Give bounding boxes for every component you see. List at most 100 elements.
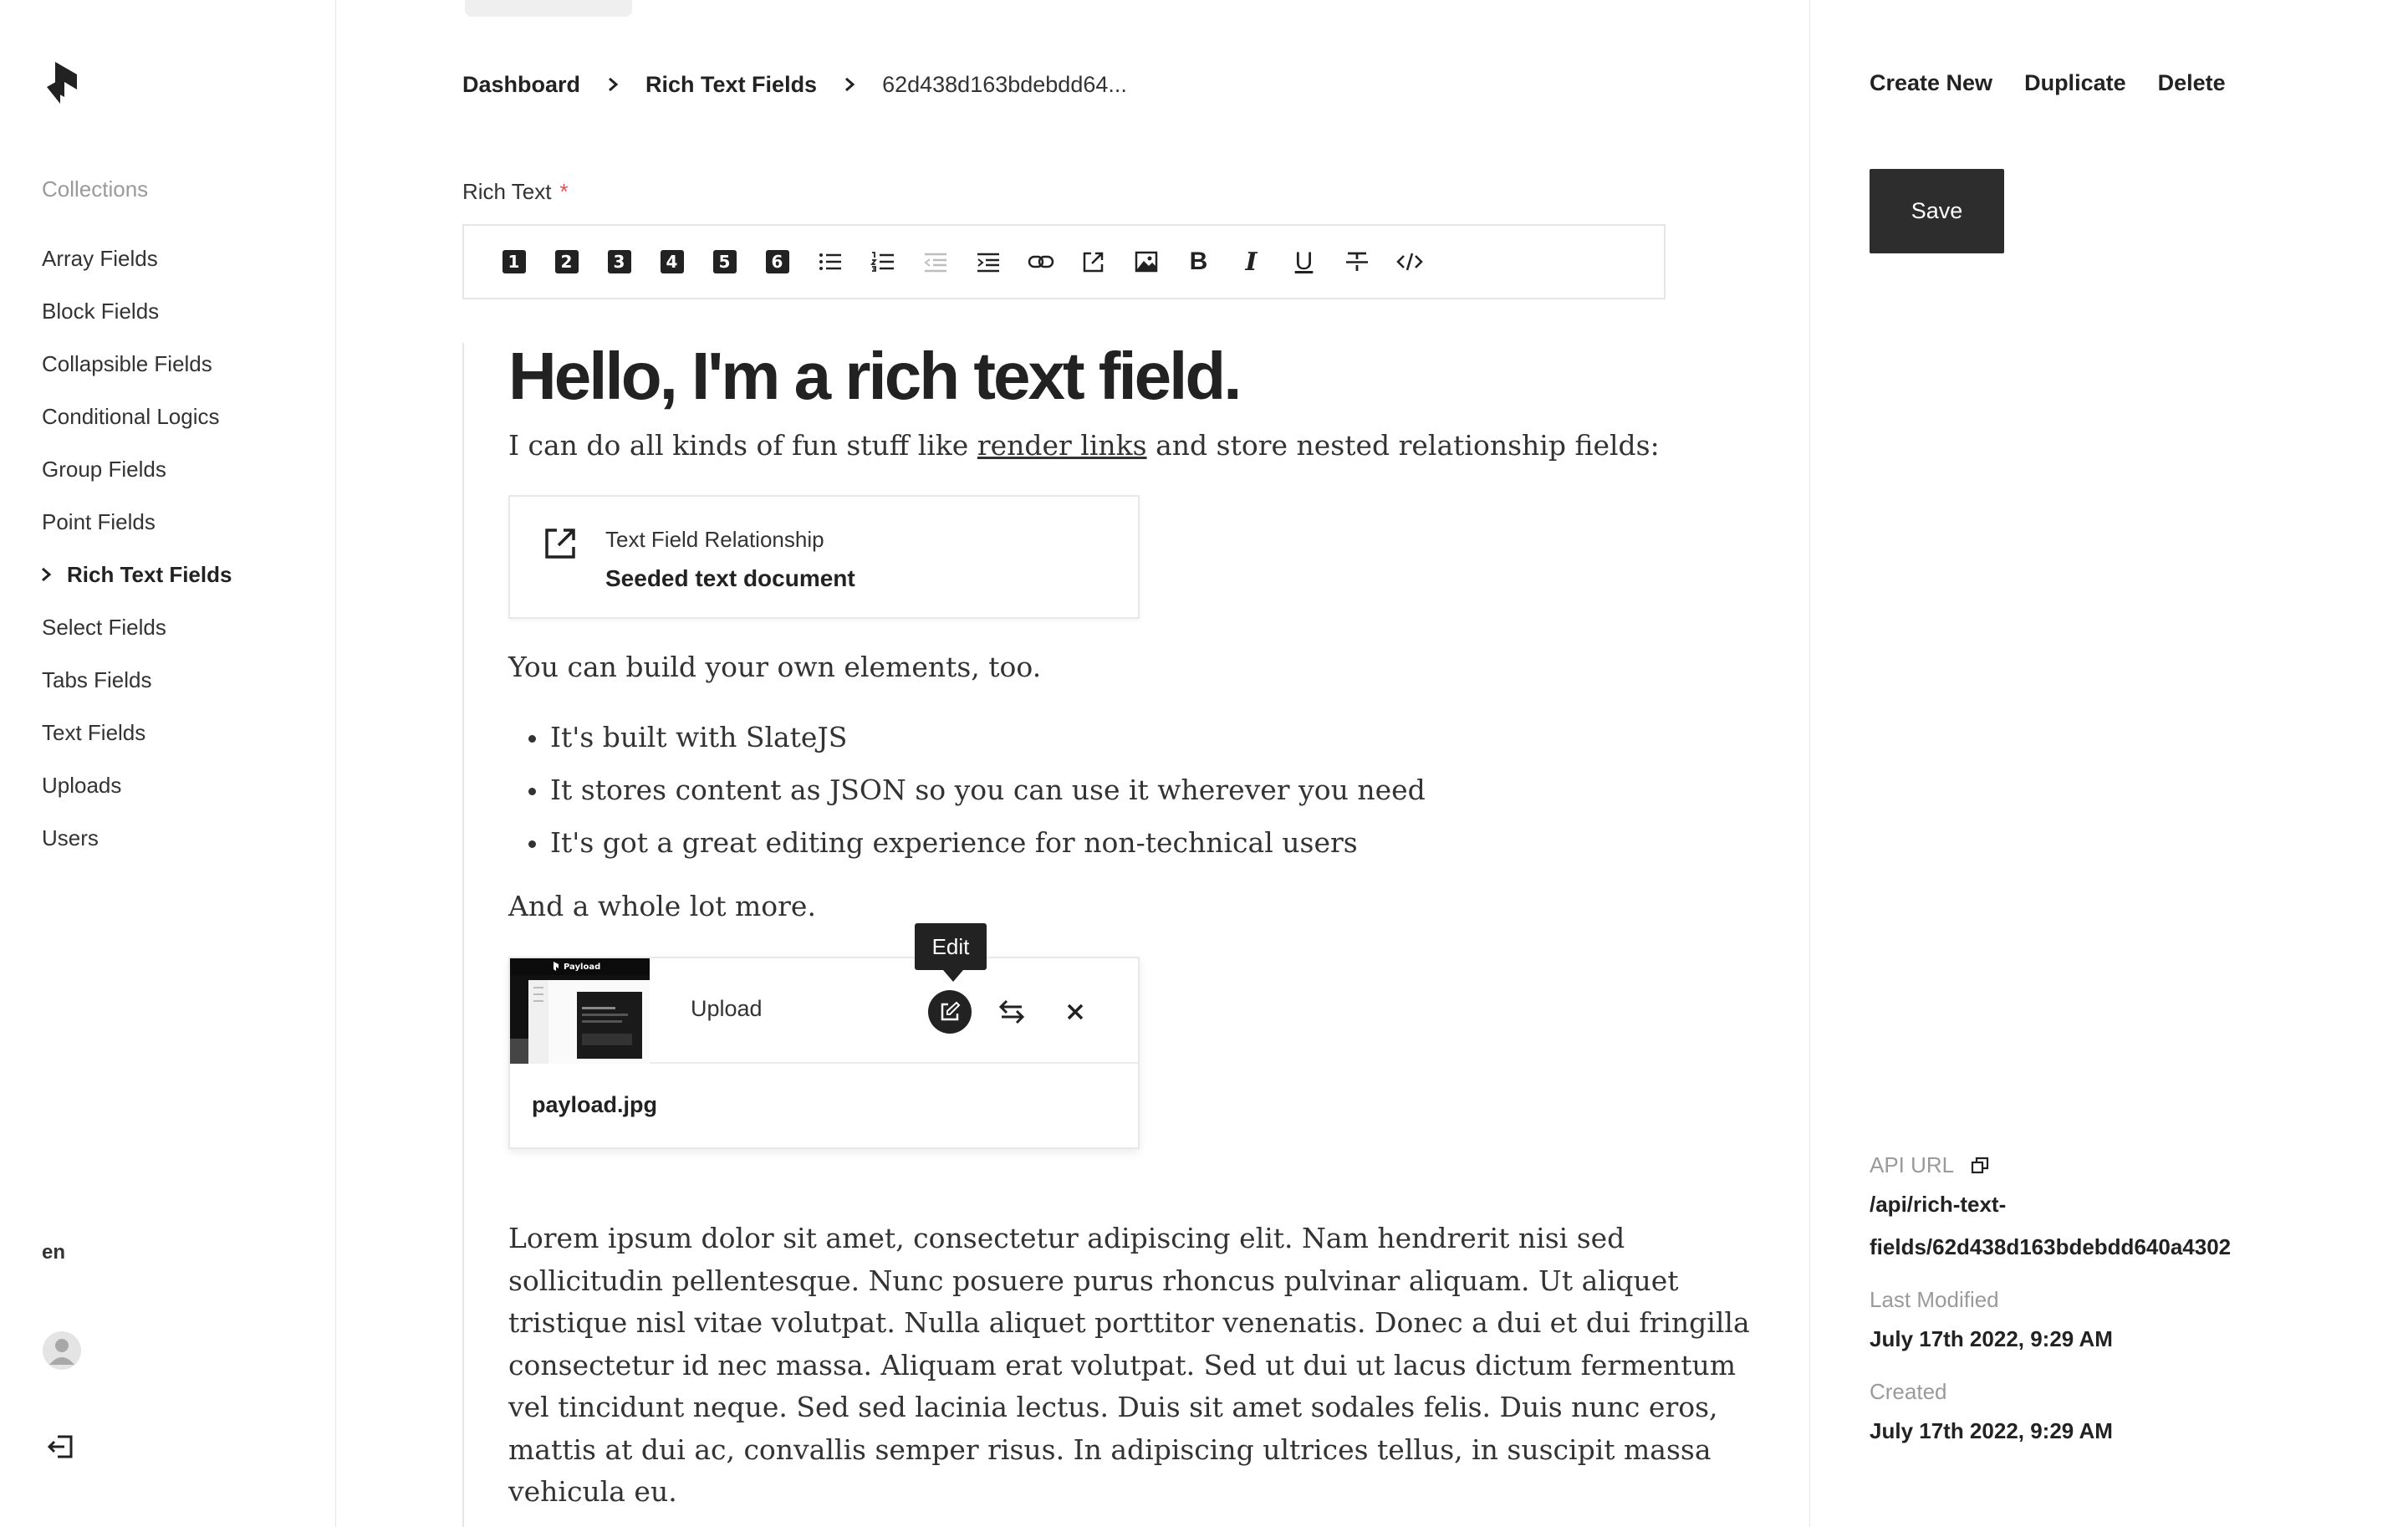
- last-modified-value: July 17th 2022, 9:29 AM: [1870, 1326, 2113, 1351]
- last-modified-block: Last Modified July 17th 2022, 9:29 AM: [1870, 1287, 2231, 1361]
- render-links-link[interactable]: render links: [977, 429, 1147, 462]
- chevron-right-icon: [845, 77, 855, 92]
- sidebar-item-label: Rich Text Fields: [67, 562, 232, 587]
- h3-icon: 3: [607, 250, 631, 273]
- save-button[interactable]: Save: [1870, 169, 2004, 253]
- h1-button[interactable]: 1: [487, 236, 540, 289]
- h4-icon: 4: [660, 250, 684, 273]
- list-item: It stores content as JSON so you can use…: [508, 764, 1426, 816]
- avatar[interactable]: [43, 1331, 81, 1370]
- strikethrough-button[interactable]: [1330, 236, 1383, 289]
- h2-icon: 2: [554, 250, 579, 273]
- locale-selector[interactable]: en: [42, 1241, 65, 1264]
- rich-text-toolbar: 1 2 3 4 5 6 B I U: [462, 224, 1666, 299]
- sidebar-item-tabs-fields[interactable]: Tabs Fields: [42, 654, 232, 707]
- breadcrumb: Dashboard Rich Text Fields 62d438d163bde…: [462, 70, 1127, 99]
- relationship-card[interactable]: Text Field Relationship Seeded text docu…: [508, 495, 1140, 619]
- screenshot-thumbnail: Payload: [510, 958, 650, 1064]
- created-value: July 17th 2022, 9:29 AM: [1870, 1418, 2113, 1443]
- ordered-list-button[interactable]: [856, 236, 909, 289]
- copy-icon[interactable]: [1969, 1155, 1991, 1177]
- sidebar-item-group-fields[interactable]: Group Fields: [42, 443, 232, 496]
- sidebar-item-array-fields[interactable]: Array Fields: [42, 232, 232, 285]
- close-icon[interactable]: [1059, 995, 1092, 1029]
- relationship-icon: [1083, 252, 1103, 273]
- upload-card[interactable]: Payload Upload Edit payload.jpg: [508, 923, 1140, 1149]
- unordered-list-button[interactable]: [804, 236, 856, 289]
- content-heading: Hello, I'm a rich text field.: [508, 339, 1242, 413]
- thumb-logo-text: Payload: [564, 963, 600, 972]
- logout-icon[interactable]: [44, 1430, 78, 1463]
- api-url-line: fields/62d438d163bdebdd640a4302: [1870, 1234, 2232, 1259]
- document-sidebar: Create New Duplicate Delete Save API URL…: [1809, 0, 2408, 1527]
- edit-icon: [941, 1001, 961, 1021]
- field-label: Rich Text *: [462, 179, 569, 205]
- sidebar-item-point-fields[interactable]: Point Fields: [42, 496, 232, 549]
- lorem-line: consectetur id nec massa. Aliquam erat v…: [508, 1348, 1737, 1381]
- intro-after: and store nested relationship fields:: [1146, 429, 1660, 462]
- delete-button[interactable]: Delete: [2158, 70, 2226, 96]
- created-label: Created: [1870, 1379, 1947, 1404]
- api-url-label-text: API URL: [1870, 1152, 1955, 1177]
- upload-thumbnail: Payload: [510, 958, 650, 1064]
- link-button[interactable]: [1014, 236, 1067, 289]
- bold-button[interactable]: B: [1172, 236, 1225, 289]
- strikethrough-icon: [1345, 252, 1368, 271]
- h4-button[interactable]: 4: [645, 236, 698, 289]
- relationship-button[interactable]: [1067, 236, 1120, 289]
- api-url-value[interactable]: /api/rich-text- fields/62d438d163bdebdd6…: [1870, 1183, 2231, 1269]
- sidebar: Collections Array Fields Block Fields Co…: [0, 0, 336, 1527]
- user-icon: [49, 1339, 74, 1365]
- create-new-button[interactable]: Create New: [1870, 70, 1992, 96]
- breadcrumb-collection[interactable]: Rich Text Fields: [645, 72, 817, 98]
- upload-card-header: Payload Upload Edit: [510, 923, 1138, 1064]
- sidebar-item-collapsible-fields[interactable]: Collapsible Fields: [42, 338, 232, 391]
- sidebar-item-conditional-logics[interactable]: Conditional Logics: [42, 391, 232, 443]
- sidebar-item-text-fields[interactable]: Text Fields: [42, 707, 232, 759]
- h5-button[interactable]: 5: [698, 236, 751, 289]
- payload-logo-icon[interactable]: [43, 62, 82, 105]
- edit-upload-button[interactable]: [928, 990, 972, 1034]
- document-meta: API URL /api/rich-text- fields/62d438d16…: [1870, 1152, 2231, 1471]
- h6-button[interactable]: 6: [751, 236, 804, 289]
- duplicate-button[interactable]: Duplicate: [2024, 70, 2126, 96]
- lorem-line: mattis at dui ac, convallis semper risus…: [508, 1433, 1712, 1466]
- underline-button[interactable]: U: [1278, 236, 1330, 289]
- outdent-icon: [923, 253, 946, 273]
- upload-button[interactable]: [1120, 236, 1172, 289]
- sidebar-item-block-fields[interactable]: Block Fields: [42, 285, 232, 338]
- h2-button[interactable]: 2: [540, 236, 593, 289]
- lorem-line: vehicula eu.: [508, 1475, 677, 1508]
- relationship-icon: [545, 529, 575, 559]
- nav-heading-collections: Collections: [42, 176, 149, 202]
- ghost-bar: [465, 0, 632, 17]
- edit-tooltip: Edit: [915, 923, 987, 982]
- breadcrumb-dashboard[interactable]: Dashboard: [462, 72, 580, 98]
- created-block: Created July 17th 2022, 9:29 AM: [1870, 1379, 2231, 1453]
- swap-icon[interactable]: [993, 993, 1030, 1030]
- sidebar-item-select-fields[interactable]: Select Fields: [42, 601, 232, 654]
- sidebar-item-users[interactable]: Users: [42, 812, 232, 865]
- outdent-button[interactable]: [909, 236, 962, 289]
- sidebar-item-uploads[interactable]: Uploads: [42, 759, 232, 812]
- indent-button[interactable]: [962, 236, 1014, 289]
- italic-icon: I: [1245, 247, 1258, 277]
- underline-icon: U: [1294, 248, 1314, 275]
- lorem-line: Lorem ipsum dolor sit amet, consectetur …: [508, 1222, 1625, 1254]
- sidebar-item-rich-text-fields[interactable]: Rich Text Fields: [42, 549, 232, 601]
- unordered-list-icon: [819, 253, 841, 270]
- last-modified-label: Last Modified: [1870, 1287, 1999, 1312]
- upload-label: Upload: [691, 996, 763, 1021]
- h3-button[interactable]: 3: [593, 236, 645, 289]
- breadcrumb-current: 62d438d163bdebdd64...: [882, 71, 1127, 97]
- api-url-line: /api/rich-text-: [1870, 1192, 2007, 1217]
- italic-button[interactable]: I: [1225, 236, 1278, 289]
- link-icon: [1028, 255, 1054, 268]
- rich-text-editor[interactable]: Hello, I'm a rich text field. I can do a…: [462, 339, 1750, 1527]
- relationship-label: Text Field Relationship: [605, 527, 824, 552]
- lorem-line: sollicitudin pellentesque. Nunc posuere …: [508, 1264, 1679, 1297]
- bold-icon: B: [1189, 248, 1208, 275]
- code-button[interactable]: [1383, 236, 1436, 289]
- feature-list: It's built with SlateJS It stores conten…: [508, 711, 1426, 869]
- nav-list: Array Fields Block Fields Collapsible Fi…: [42, 232, 232, 865]
